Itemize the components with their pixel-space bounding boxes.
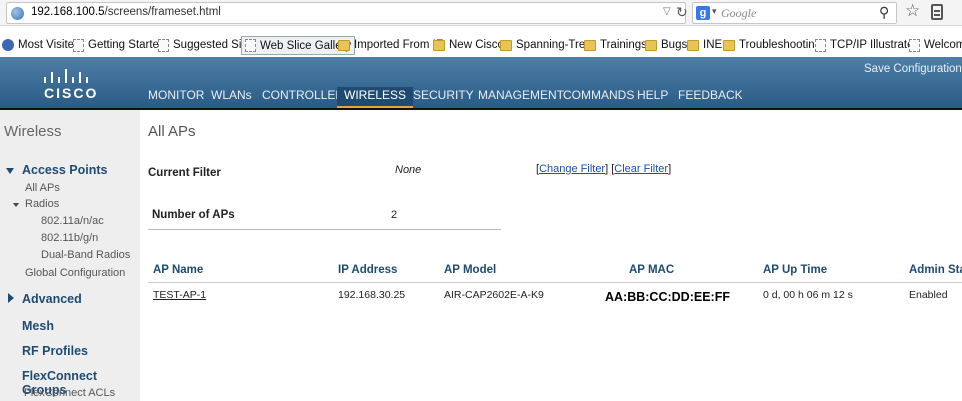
page-icon xyxy=(815,38,826,52)
url-text: 192.168.100.5/screens/frameset.html xyxy=(31,6,221,18)
page-title: All APs xyxy=(148,123,196,140)
page-icon xyxy=(245,39,256,52)
bookmark-troubleshooting[interactable]: Troubleshooting xyxy=(723,37,821,53)
bookmarks-icon xyxy=(2,39,14,51)
number-of-aps-label: Number of APs xyxy=(152,209,235,221)
folder-icon xyxy=(433,39,445,51)
nav-commands[interactable]: COMMANDS xyxy=(563,87,634,109)
ap-name-link[interactable]: TEST-AP-1 xyxy=(153,289,206,301)
bookmark-bugs[interactable]: Bugs xyxy=(645,37,687,53)
main-nav: MONITOR WLANs CONTROLLER WIRELESS SECURI… xyxy=(0,87,962,109)
bookmark-imported-from-ie[interactable]: Imported From IE xyxy=(338,37,443,53)
bookmark-most-visited[interactable]: Most Visited xyxy=(2,37,80,53)
sidebar-item-advanced[interactable]: Advanced xyxy=(22,292,82,306)
change-filter-link[interactable]: Change Filter xyxy=(539,163,605,175)
sidebar-item-all-aps[interactable]: All APs xyxy=(25,182,60,194)
number-of-aps-value: 2 xyxy=(391,209,398,221)
folder-icon xyxy=(500,39,512,51)
nav-wlans[interactable]: WLANs xyxy=(211,87,252,109)
reload-icon[interactable]: ↻ xyxy=(676,4,688,21)
ap-admin-status: Enabled xyxy=(909,289,948,301)
page-icon xyxy=(909,38,920,52)
sidebar-item-rf-profiles[interactable]: RF Profiles xyxy=(22,344,88,358)
clear-filter-link[interactable]: Clear Filter xyxy=(614,163,668,175)
sidebar-item-flexconnect-acls[interactable]: FlexConnect ACLs xyxy=(24,387,115,399)
expanded-arrow-icon[interactable] xyxy=(13,203,19,207)
clipboard-icon[interactable] xyxy=(931,4,943,20)
folder-icon xyxy=(584,39,596,51)
divider xyxy=(148,229,501,230)
ap-ip-address: 192.168.30.25 xyxy=(338,289,406,301)
sidebar-item-radio-b[interactable]: 802.11b/g/n xyxy=(41,232,98,244)
save-configuration-link[interactable]: Save Configuration xyxy=(864,63,962,75)
ap-model: AIR-CAP2602E-A-K9 xyxy=(444,289,544,301)
current-filter-value: None xyxy=(395,164,422,176)
globe-icon xyxy=(11,7,24,20)
url-dropdown-icon[interactable]: ▽ xyxy=(663,6,671,17)
bookmark-new-cisco[interactable]: New Cisco xyxy=(433,37,504,53)
google-icon[interactable]: g xyxy=(696,6,710,20)
url-field[interactable]: 192.168.100.5/screens/frameset.html ▽ ↻ xyxy=(6,2,688,24)
nav-help[interactable]: HELP xyxy=(637,87,668,109)
expanded-arrow-icon[interactable] xyxy=(6,168,14,174)
sidebar-title: Wireless xyxy=(4,123,62,140)
nav-wireless[interactable]: WIRELESS xyxy=(337,87,414,109)
bookmark-trainings[interactable]: Trainings xyxy=(584,37,647,53)
nav-management[interactable]: MANAGEMENT xyxy=(478,87,564,109)
current-filter-label: Current Filter xyxy=(148,167,221,179)
sidebar-item-dual-band[interactable]: Dual-Band Radios xyxy=(41,249,130,261)
sidebar-item-mesh[interactable]: Mesh xyxy=(22,319,54,333)
search-field[interactable]: g ▾ Google ⚲ xyxy=(692,2,897,24)
table-header-divider xyxy=(148,282,962,283)
col-ap-mac[interactable]: AP MAC xyxy=(629,264,674,276)
browser-toolbar: 192.168.100.5/screens/frameset.html ▽ ↻ … xyxy=(0,0,962,26)
cisco-logo-icon xyxy=(42,65,92,83)
folder-icon xyxy=(723,39,735,51)
page-icon xyxy=(158,38,169,52)
bookmarks-bar: Most Visited Getting Started Suggested S… xyxy=(0,33,962,57)
folder-icon xyxy=(687,39,699,51)
col-ap-name[interactable]: AP Name xyxy=(153,264,203,276)
ap-up-time: 0 d, 00 h 06 m 12 s xyxy=(763,289,853,301)
col-admin-status[interactable]: Admin Sta xyxy=(909,264,962,276)
header-divider xyxy=(0,108,962,110)
col-ap-up-time[interactable]: AP Up Time xyxy=(763,264,827,276)
search-engine-dropdown-icon[interactable]: ▾ xyxy=(712,6,717,17)
nav-feedback[interactable]: FEEDBACK xyxy=(678,87,743,109)
nav-security[interactable]: SECURITY xyxy=(413,87,474,109)
bookmark-getting-started[interactable]: Getting Started xyxy=(73,37,165,53)
nav-monitor[interactable]: MONITOR xyxy=(148,87,204,109)
col-ip-address[interactable]: IP Address xyxy=(338,264,397,276)
ap-mac: AA:BB:CC:DD:EE:FF xyxy=(605,290,730,304)
sidebar-item-radios[interactable]: Radios xyxy=(25,198,59,210)
sidebar-item-global-config[interactable]: Global Configuration xyxy=(25,267,125,279)
nav-controller[interactable]: CONTROLLER xyxy=(262,87,344,109)
sidebar: Wireless Access Points All APs Radios 80… xyxy=(0,110,140,401)
col-ap-model[interactable]: AP Model xyxy=(444,264,496,276)
filter-links: [Change Filter] [Clear Filter] xyxy=(536,163,672,175)
sidebar-item-radio-a[interactable]: 802.11a/n/ac xyxy=(41,215,104,227)
sidebar-item-access-points[interactable]: Access Points xyxy=(22,163,107,177)
search-placeholder: Google xyxy=(721,6,757,20)
bookmark-star-icon[interactable]: ☆ xyxy=(905,1,920,21)
bookmark-spanning-tree[interactable]: Spanning-Tree xyxy=(500,37,592,53)
collapsed-arrow-icon[interactable] xyxy=(8,293,14,303)
bookmark-ine[interactable]: INE xyxy=(687,37,722,53)
bookmark-welcome[interactable]: Welcom xyxy=(909,37,962,53)
folder-icon xyxy=(645,39,657,51)
bookmark-tcpip-illustrated[interactable]: TCP/IP Illustrated xyxy=(815,37,920,53)
search-icon[interactable]: ⚲ xyxy=(879,4,889,21)
folder-icon xyxy=(338,39,350,51)
page-icon xyxy=(73,38,84,52)
